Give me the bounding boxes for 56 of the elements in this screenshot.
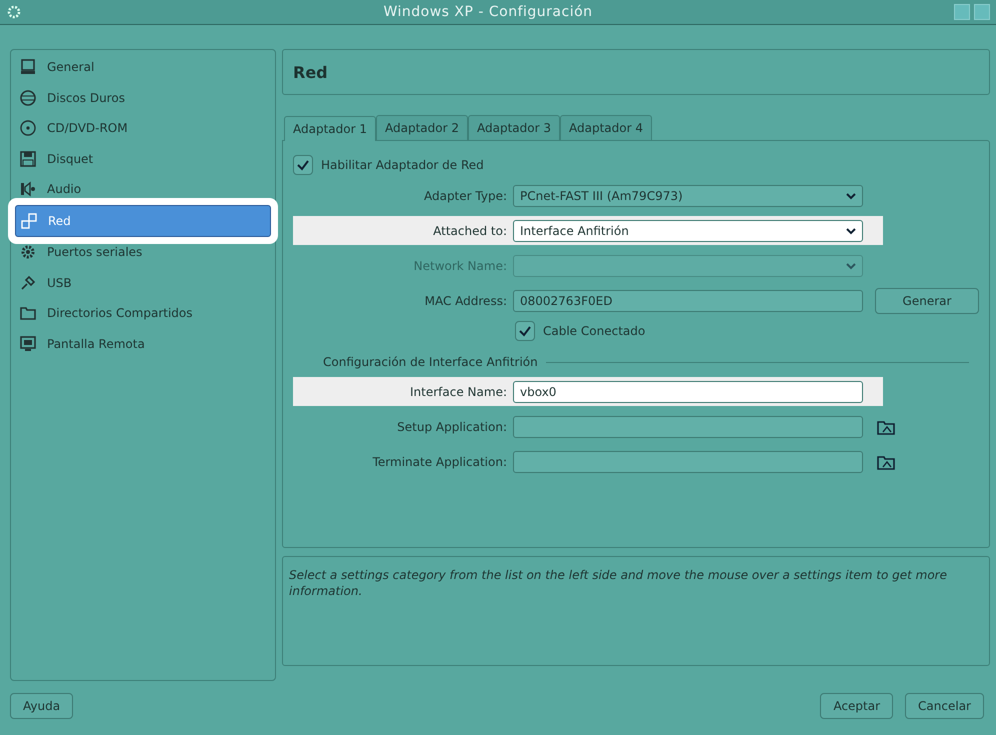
- dropdown[interactable]: Interface Anfitrión: [513, 220, 863, 242]
- chevron-icon: [846, 262, 856, 270]
- disc-icon: [19, 119, 37, 138]
- chevron-icon: [846, 226, 856, 234]
- description-text: Select a settings category from the list on the left side and move the mouse over a settings item to get more information.: [289, 568, 947, 598]
- tab[interactable]: Adaptador 2: [376, 115, 468, 140]
- text-field[interactable]: 08002763F0ED: [513, 290, 863, 312]
- checkbox[interactable]: [293, 155, 313, 175]
- gear-icon: [19, 243, 37, 262]
- screen-icon: [19, 334, 37, 353]
- folder-icon: [19, 304, 37, 322]
- cancel-button[interactable]: Cancelar: [905, 693, 984, 719]
- chevron-icon: [846, 192, 856, 200]
- folder-icon[interactable]: [877, 454, 895, 470]
- sidebar-item[interactable]: Disquet: [11, 144, 275, 174]
- sidebar-item[interactable]: Puertos seriales: [11, 237, 275, 268]
- field-label: Setup Application:: [397, 420, 507, 434]
- disk-icon: [19, 88, 37, 107]
- sidebar-item[interactable]: Directorios Compartidos: [11, 298, 275, 328]
- sidebar-item[interactable]: Audio: [11, 174, 275, 204]
- folder-icon[interactable]: [877, 418, 895, 434]
- tab[interactable]: Adaptador 3: [468, 115, 560, 140]
- field-label: Attached to:: [433, 224, 507, 238]
- checkbox[interactable]: [515, 321, 535, 341]
- group-title: Configuración de Interface Anfitrión: [323, 355, 538, 369]
- text-field[interactable]: vbox0: [513, 380, 863, 402]
- sidebar-item[interactable]: USB: [11, 268, 275, 298]
- sidebar-item[interactable]: CD/DVD-ROM: [11, 113, 275, 144]
- checkmark-icon: [296, 158, 310, 172]
- field-label: Adapter Type:: [424, 188, 507, 202]
- field-label: Interface Name:: [410, 384, 507, 398]
- sidebar-item[interactable]: Pantalla Remota: [11, 328, 275, 359]
- field-label: Network Name:: [414, 258, 507, 272]
- field-label: Terminate Application:: [372, 454, 507, 468]
- checkmark-icon: [518, 324, 532, 338]
- sidebar-item[interactable]: Discos Duros: [11, 82, 275, 113]
- section-title: Red: [293, 62, 328, 82]
- checkbox-label: Habilitar Adaptador de Red: [321, 158, 484, 172]
- ok-button[interactable]: Aceptar: [820, 693, 894, 719]
- dropdown[interactable]: PCnet-FAST III (Am79C973): [513, 184, 863, 206]
- path-field[interactable]: [513, 416, 863, 438]
- floppy-icon: [19, 150, 37, 168]
- tab[interactable]: Adaptador 1: [284, 116, 376, 141]
- network-icon: [20, 212, 38, 230]
- tab[interactable]: Adaptador 4: [560, 115, 652, 140]
- speaker-icon: [19, 180, 37, 198]
- help-button[interactable]: Ayuda: [10, 693, 74, 719]
- generate-button[interactable]: Generar: [875, 288, 979, 314]
- path-field[interactable]: [513, 450, 863, 472]
- plug-icon: [19, 274, 37, 292]
- window-title: Windows XP - Configuración: [382, 4, 594, 20]
- checkbox-label: Cable Conectado: [543, 324, 646, 338]
- gear-icon[interactable]: [6, 4, 22, 20]
- field-label: MAC Address:: [424, 294, 507, 308]
- sidebar-item[interactable]: General: [11, 52, 275, 82]
- monitor-icon: [19, 58, 37, 76]
